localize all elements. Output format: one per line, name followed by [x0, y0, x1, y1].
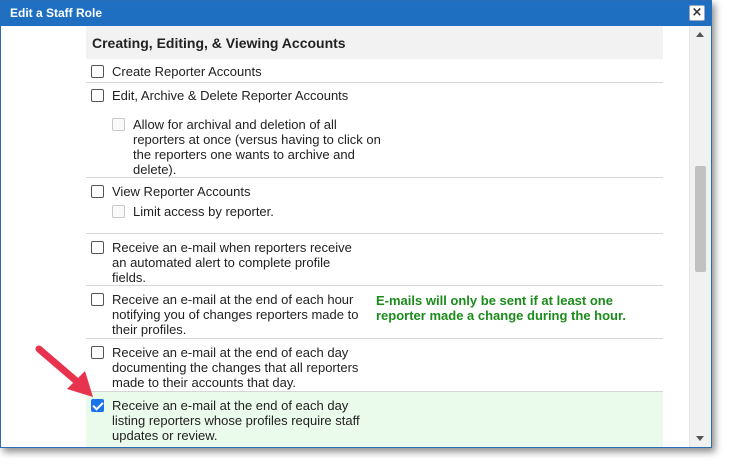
email-hourly-option[interactable]: Receive an e-mail at the end of each hou… [86, 292, 361, 337]
arrow-pointer-icon [35, 345, 93, 397]
edit-archive-delete-option[interactable]: Edit, Archive & Delete Reporter Accounts [86, 88, 663, 103]
option-label: Receive an e-mail at the end of each hou… [112, 292, 359, 337]
permission-row-email-review: Receive an e-mail at the end of each day… [86, 392, 663, 447]
vertical-scrollbar[interactable] [689, 26, 711, 447]
option-label: Create Reporter Accounts [112, 64, 262, 79]
edit-staff-role-dialog: Edit a Staff Role × Creating, Editing, &… [0, 0, 712, 448]
accounts-permissions-section: Creating, Editing, & Viewing Accounts Cr… [86, 26, 663, 447]
edit-archive-delete-checkbox[interactable] [91, 89, 104, 102]
limit-access-suboption[interactable]: Limit access by reporter. [86, 204, 663, 219]
dialog-content: Creating, Editing, & Viewing Accounts Cr… [1, 26, 689, 447]
permission-row-view: View Reporter Accounts Limit access by r… [86, 178, 663, 234]
section-header: Creating, Editing, & Viewing Accounts [86, 26, 663, 59]
permission-row-email-alert: Receive an e-mail when reporters receive… [86, 234, 663, 286]
create-reporter-accounts-checkbox[interactable] [91, 65, 104, 78]
view-reporter-accounts-option[interactable]: View Reporter Accounts [86, 184, 663, 199]
archive-all-suboption[interactable]: Allow for archival and deletion of all r… [86, 117, 386, 177]
permission-row-create: Create Reporter Accounts [86, 59, 663, 83]
email-daily-changes-option[interactable]: Receive an e-mail at the end of each day… [86, 345, 361, 390]
option-label: Receive an e-mail when reporters receive… [112, 240, 352, 285]
scrollbar-thumb[interactable] [695, 166, 706, 272]
view-reporter-accounts-checkbox[interactable] [91, 185, 104, 198]
close-icon[interactable]: × [689, 5, 705, 21]
option-label: Receive an e-mail at the end of each day… [112, 345, 359, 390]
email-alert-option[interactable]: Receive an e-mail when reporters receive… [86, 240, 356, 285]
email-hourly-note: E-mails will only be sent if at least on… [376, 293, 626, 323]
create-reporter-accounts-option[interactable]: Create Reporter Accounts [86, 64, 262, 79]
option-label: Receive an e-mail at the end of each day… [112, 398, 360, 443]
option-label: Edit, Archive & Delete Reporter Accounts [112, 88, 349, 103]
dialog-title: Edit a Staff Role [10, 6, 103, 20]
scroll-down-icon[interactable] [696, 436, 704, 441]
option-label: View Reporter Accounts [112, 184, 251, 199]
permission-row-email-hour: Receive an e-mail at the end of each hou… [86, 286, 663, 339]
limit-access-checkbox[interactable] [112, 205, 125, 218]
email-hourly-checkbox[interactable] [91, 293, 104, 306]
suboption-label: Allow for archival and deletion of all r… [133, 117, 381, 177]
permission-row-edit: Edit, Archive & Delete Reporter Accounts… [86, 83, 663, 178]
archive-all-checkbox[interactable] [112, 118, 125, 131]
scroll-up-icon[interactable] [696, 32, 704, 37]
dialog-titlebar: Edit a Staff Role × [1, 1, 711, 26]
permission-row-email-day: Receive an e-mail at the end of each day… [86, 339, 663, 392]
suboption-label: Limit access by reporter. [133, 204, 274, 219]
email-daily-review-option[interactable]: Receive an e-mail at the end of each day… [86, 398, 361, 443]
email-alert-checkbox[interactable] [91, 241, 104, 254]
